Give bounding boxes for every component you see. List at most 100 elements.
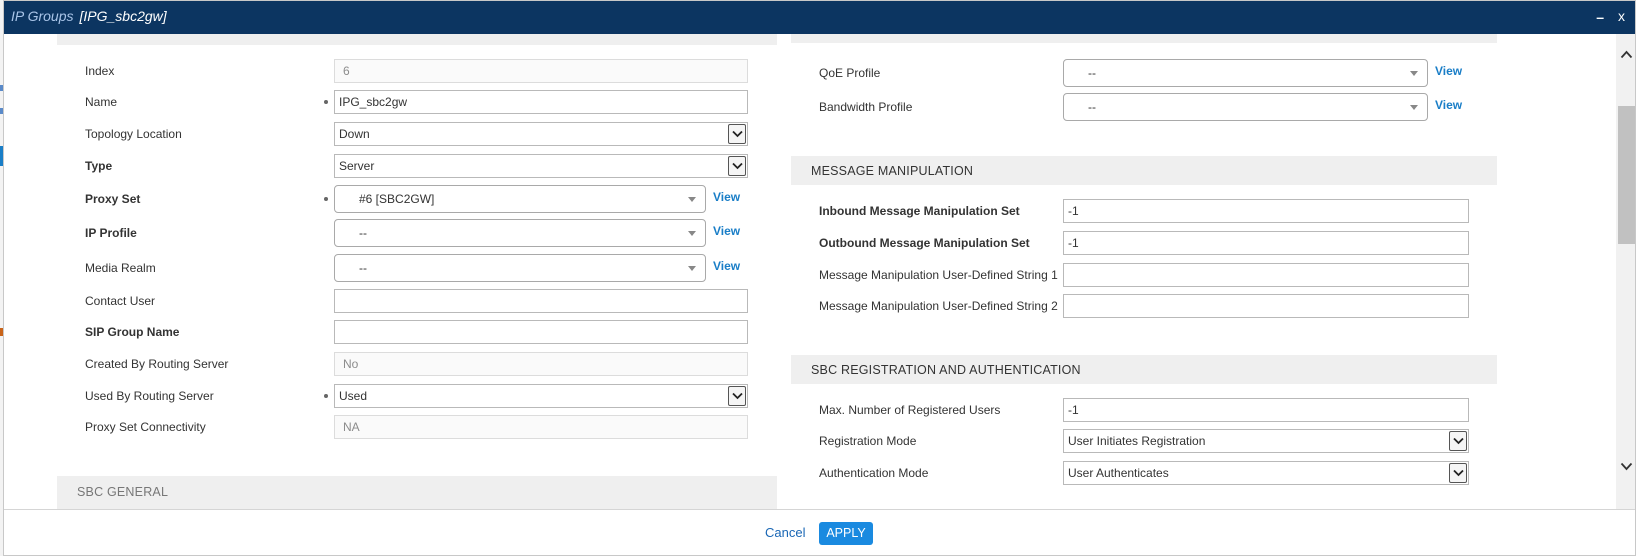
row-contact-user: Contact User [85,289,748,313]
ip-profile-combobox[interactable]: -- [334,219,706,247]
row-msg-user-string-2: Message Manipulation User-Defined String… [819,294,1499,318]
row-registration-mode: Registration Mode User Initiates Registr… [819,429,1499,453]
row-max-registered-users: Max. Number of Registered Users -1 [819,398,1499,422]
caret-down-icon[interactable] [688,231,696,236]
cancel-button[interactable]: Cancel [765,525,805,540]
caret-down-icon[interactable] [1410,71,1418,76]
section-header-qoe [791,34,1497,43]
message-manipulation-title: MESSAGE MANIPULATION [811,164,974,178]
used-by-routing-server-select[interactable]: Used [334,384,748,408]
chevron-down-icon[interactable] [1449,463,1467,483]
row-media-realm: Media Realm -- View [85,254,748,282]
name-label: Name [85,95,118,109]
row-sip-group-name: SIP Group Name [85,320,748,344]
outbound-msg-manipulation-label: Outbound Message Manipulation Set [819,236,1030,250]
contact-user-input[interactable] [334,289,748,313]
vertical-scrollbar[interactable] [1616,34,1635,509]
inbound-msg-manipulation-label: Inbound Message Manipulation Set [819,204,1020,218]
media-realm-label: Media Realm [85,261,156,275]
scrollbar-thumb[interactable] [1618,106,1635,244]
chevron-down-icon[interactable] [728,386,746,406]
qoe-profile-view-link[interactable]: View [1435,64,1462,78]
row-qoe-profile: QoE Profile -- View [819,59,1499,87]
row-msg-user-string-1: Message Manipulation User-Defined String… [819,263,1499,287]
used-by-routing-server-label: Used By Routing Server [85,389,214,403]
chevron-down-icon[interactable] [728,156,746,176]
row-authentication-mode: Authentication Mode User Authenticates [819,461,1499,485]
registration-mode-label: Registration Mode [819,434,917,448]
minimize-button[interactable]: – [1596,9,1604,25]
dialog-title-name: [IPG_sbc2gw] [79,8,167,24]
required-dot-icon [324,100,328,104]
used-by-routing-server-value: Used [339,389,368,403]
chevron-down-icon[interactable] [1449,431,1467,451]
topology-location-value: Down [339,127,370,141]
inbound-msg-manipulation-input[interactable]: -1 [1063,199,1469,223]
ip-profile-label: IP Profile [85,226,137,240]
close-button[interactable]: x [1618,8,1625,24]
sbc-registration-title: SBC REGISTRATION AND AUTHENTICATION [811,363,1081,377]
authentication-mode-label: Authentication Mode [819,466,929,480]
row-ip-profile: IP Profile -- View [85,219,748,247]
row-bandwidth-profile: Bandwidth Profile -- View [819,93,1499,121]
registration-mode-select[interactable]: User Initiates Registration [1063,429,1469,453]
section-header-sbc-general: SBC GENERAL [57,476,777,509]
qoe-profile-combobox[interactable]: -- [1063,59,1428,87]
qoe-profile-label: QoE Profile [819,66,881,80]
row-name: Name IPG_sbc2gw [85,90,748,114]
qoe-profile-value: -- [1088,66,1096,80]
section-header-message-manipulation: MESSAGE MANIPULATION [791,156,1497,185]
topology-location-select[interactable]: Down [334,122,748,146]
sbc-general-section-title: SBC GENERAL [77,485,169,499]
media-realm-combobox[interactable]: -- [334,254,706,282]
required-dot-icon [324,197,328,201]
msg-user-string-2-input[interactable] [1063,294,1469,318]
ip-groups-dialog: IP Groups [IPG_sbc2gw] – x Index 6 Name I… [3,0,1636,556]
scroll-up-icon[interactable] [1620,48,1633,62]
dialog-footer: Cancel APPLY [4,509,1635,555]
max-registered-users-input[interactable]: -1 [1063,398,1469,422]
authentication-mode-select[interactable]: User Authenticates [1063,461,1469,485]
proxy-set-label: Proxy Set [85,192,141,206]
proxy-set-combobox[interactable]: #6 [SBC2GW] [334,185,706,213]
authentication-mode-value: User Authenticates [1068,466,1169,480]
caret-down-icon[interactable] [688,197,696,202]
media-realm-view-link[interactable]: View [713,259,740,273]
scroll-down-icon[interactable] [1620,460,1633,474]
type-select[interactable]: Server [334,154,748,178]
row-outbound-msg-manipulation: Outbound Message Manipulation Set -1 [819,231,1499,255]
msg-user-string-1-input[interactable] [1063,263,1469,287]
type-label: Type [85,159,113,173]
caret-down-icon[interactable] [1410,105,1418,110]
dialog-content[interactable]: Index 6 Name IPG_sbc2gw Topology Locatio… [4,34,1616,509]
msg-user-string-2-label: Message Manipulation User-Defined String… [819,299,1058,313]
caret-down-icon[interactable] [688,266,696,271]
ip-profile-value: -- [359,226,367,240]
max-registered-users-label: Max. Number of Registered Users [819,403,1001,417]
sip-group-name-label: SIP Group Name [85,325,180,339]
created-by-routing-server-field: No [334,352,748,376]
proxy-set-value: #6 [SBC2GW] [359,192,435,206]
bandwidth-profile-combobox[interactable]: -- [1063,93,1428,121]
registration-mode-value: User Initiates Registration [1068,434,1206,448]
row-created-by-routing-server: Created By Routing Server No [85,352,748,376]
bandwidth-profile-value: -- [1088,100,1096,114]
name-input[interactable]: IPG_sbc2gw [334,90,748,114]
chevron-down-icon[interactable] [728,124,746,144]
ip-profile-view-link[interactable]: View [713,224,740,238]
proxy-set-connectivity-label: Proxy Set Connectivity [85,420,206,434]
msg-user-string-1-label: Message Manipulation User-Defined String… [819,268,1058,282]
dialog-title: IP Groups [IPG_sbc2gw] [11,8,167,24]
row-type: Type Server [85,154,748,178]
topology-location-label: Topology Location [85,127,182,141]
apply-button[interactable]: APPLY [819,522,873,545]
index-field: 6 [334,59,748,83]
row-used-by-routing-server: Used By Routing Server Used [85,384,748,408]
sip-group-name-input[interactable] [334,320,748,344]
proxy-set-view-link[interactable]: View [713,190,740,204]
bandwidth-profile-view-link[interactable]: View [1435,98,1462,112]
contact-user-label: Contact User [85,294,156,308]
row-topology-location: Topology Location Down [85,122,748,146]
outbound-msg-manipulation-input[interactable]: -1 [1063,231,1469,255]
proxy-set-connectivity-field: NA [334,415,748,439]
